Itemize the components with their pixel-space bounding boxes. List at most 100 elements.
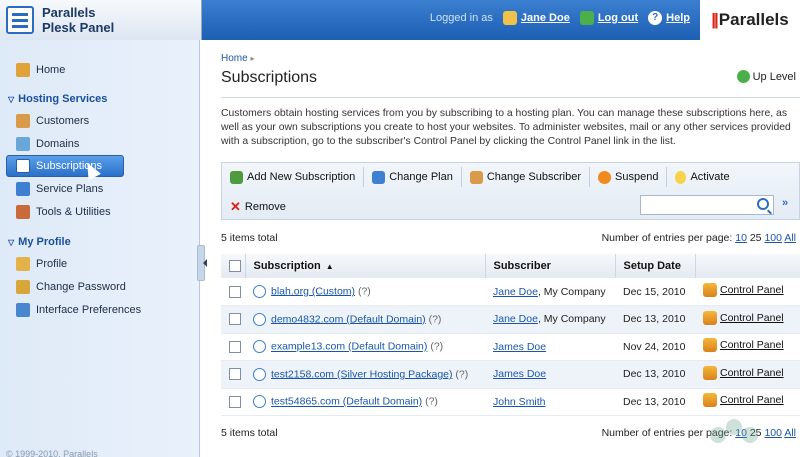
subscription-status-icon [253, 285, 266, 298]
subscription-hint[interactable]: (?) [429, 313, 442, 325]
select-all-checkbox[interactable] [229, 260, 241, 273]
up-level-link[interactable]: Up Level [736, 70, 796, 83]
sidebar-item-label: Change Password [36, 281, 126, 293]
subscriber-company: , My Company [537, 313, 606, 326]
per-page-all-link[interactable]: All [784, 232, 796, 244]
row-checkbox[interactable] [229, 368, 241, 381]
brand-name: Parallels [718, 10, 789, 29]
sort-ascending-icon: ▲ [325, 262, 334, 271]
control-panel-label: Control Panel [720, 311, 784, 324]
change-subscriber-icon [469, 170, 483, 184]
sidebar-collapse-handle[interactable] [197, 245, 207, 281]
control-panel-label: Control Panel [720, 394, 784, 407]
remove-x-icon: ✕ [230, 199, 241, 214]
product-name-line1: Parallels [42, 5, 96, 20]
row-checkbox[interactable] [229, 340, 241, 353]
activate-button[interactable]: Activate [667, 167, 737, 187]
add-subscription-button[interactable]: Add New Subscription [222, 167, 365, 187]
subscriber-link[interactable]: Jane Doe [493, 286, 538, 298]
sidebar-item-label: Domains [36, 138, 80, 150]
up-level-label: Up Level [752, 70, 796, 83]
change-plan-button[interactable]: Change Plan [364, 167, 462, 187]
control-panel-link[interactable]: Control Panel [703, 365, 784, 380]
column-setup-date[interactable]: Setup Date [615, 254, 696, 278]
remove-button[interactable]: ✕ Remove [222, 197, 294, 217]
sidebar-item-domains[interactable]: Domains [16, 134, 79, 154]
control-panel-label: Control Panel [720, 366, 784, 379]
subscription-hint[interactable]: (?) [455, 368, 468, 380]
logout-link[interactable]: Log out [579, 11, 639, 25]
search-icon[interactable] [757, 198, 769, 210]
watermark-icon [710, 419, 770, 447]
subscription-link[interactable]: demo4832.com (Default Domain) [271, 313, 426, 325]
per-page-selector-top: Number of entries per page: 10 25 100 Al… [602, 232, 796, 244]
top-header: Parallels Plesk Panel Logged in as Jane … [0, 0, 800, 40]
column-subscriber[interactable]: Subscriber [485, 254, 616, 278]
product-logo[interactable]: Parallels Plesk Panel [0, 0, 202, 40]
activate-bulb-icon [675, 170, 687, 184]
subscriber-link[interactable]: Jane Doe [493, 313, 538, 325]
sidebar-item-tools[interactable]: Tools & Utilities [16, 202, 111, 222]
row-checkbox[interactable] [229, 313, 241, 326]
subscription-hint[interactable]: (?) [425, 396, 438, 408]
subscription-link[interactable]: test2158.com (Silver Hosting Package) [271, 368, 453, 380]
domains-icon [16, 137, 30, 151]
search-input[interactable] [641, 196, 751, 214]
sidebar-section-profile[interactable]: ▽ My Profile [8, 233, 71, 251]
row-checkbox[interactable] [229, 395, 241, 408]
sidebar-item-change-password[interactable]: Change Password [16, 277, 126, 297]
sidebar-item-service-plans[interactable]: Service Plans [16, 179, 103, 199]
control-panel-link[interactable]: Control Panel [703, 283, 784, 297]
sidebar-item-interface-preferences[interactable]: Interface Preferences [16, 300, 141, 320]
per-page-10-link[interactable]: 10 [735, 232, 747, 244]
control-panel-icon [703, 338, 717, 353]
items-total-bottom: 5 items total [221, 427, 278, 439]
suspend-button[interactable]: Suspend [590, 167, 668, 187]
sidebar-item-label: Home [36, 64, 66, 76]
subscription-link[interactable]: test54865.com (Default Domain) [271, 396, 422, 408]
column-subscription[interactable]: Subscription ▲ [245, 254, 486, 278]
per-page-all-link[interactable]: All [784, 427, 796, 439]
sidebar-section-label: My Profile [18, 236, 71, 248]
subscriber-link[interactable]: John Smith [493, 396, 546, 408]
subscription-hint[interactable]: (?) [358, 285, 371, 297]
home-icon [16, 63, 30, 77]
subscriber-link[interactable]: James Doe [493, 341, 546, 353]
title-divider [221, 97, 800, 98]
sidebar-section-hosting[interactable]: ▽ Hosting Services [8, 90, 107, 108]
collapse-triangle-icon: ▽ [8, 237, 15, 247]
control-panel-link[interactable]: Control Panel [703, 393, 784, 408]
subscriber-link[interactable]: James Doe [493, 368, 546, 380]
table-row: example13.com (Default Domain) (?) James … [221, 333, 800, 361]
key-icon [16, 280, 30, 294]
sidebar-item-home[interactable]: Home [16, 60, 65, 80]
row-checkbox[interactable] [229, 285, 241, 298]
subscription-link[interactable]: blah.org (Custom) [271, 285, 355, 297]
subscription-hint[interactable]: (?) [430, 341, 443, 353]
subscription-status-icon [253, 395, 266, 409]
expand-search-chevron-icon[interactable]: » [782, 197, 788, 209]
breadcrumb-home-link[interactable]: Home [221, 53, 248, 64]
parallels-brand-logo[interactable]: || Parallels [700, 0, 800, 40]
sidebar-item-customers[interactable]: Customers [16, 111, 89, 131]
per-page-100-link[interactable]: 100 [764, 232, 782, 244]
sidebar-item-profile[interactable]: Profile [16, 254, 67, 274]
control-panel-link[interactable]: Control Panel [703, 338, 784, 353]
suspend-icon [598, 170, 612, 184]
setup-date: Dec 13, 2010 [615, 360, 695, 389]
subscription-link[interactable]: example13.com (Default Domain) [271, 341, 427, 353]
help-link[interactable]: ? Help [648, 11, 690, 25]
logout-label: Log out [597, 12, 639, 24]
table-row: test2158.com (Silver Hosting Package) (?… [221, 360, 800, 389]
table-row: demo4832.com (Default Domain) (?) Jane Do… [221, 305, 800, 334]
change-subscriber-button[interactable]: Change Subscriber [462, 167, 591, 187]
subscription-status-icon [253, 312, 266, 326]
control-panel-icon [703, 365, 717, 380]
user-link[interactable]: Jane Doe [502, 11, 570, 25]
sidebar-item-label: Customers [36, 115, 90, 127]
change-subscriber-label: Change Subscriber [486, 171, 582, 183]
help-label: Help [666, 12, 690, 24]
change-plan-icon [372, 170, 386, 184]
control-panel-link[interactable]: Control Panel [703, 310, 784, 325]
control-panel-icon [703, 393, 717, 408]
